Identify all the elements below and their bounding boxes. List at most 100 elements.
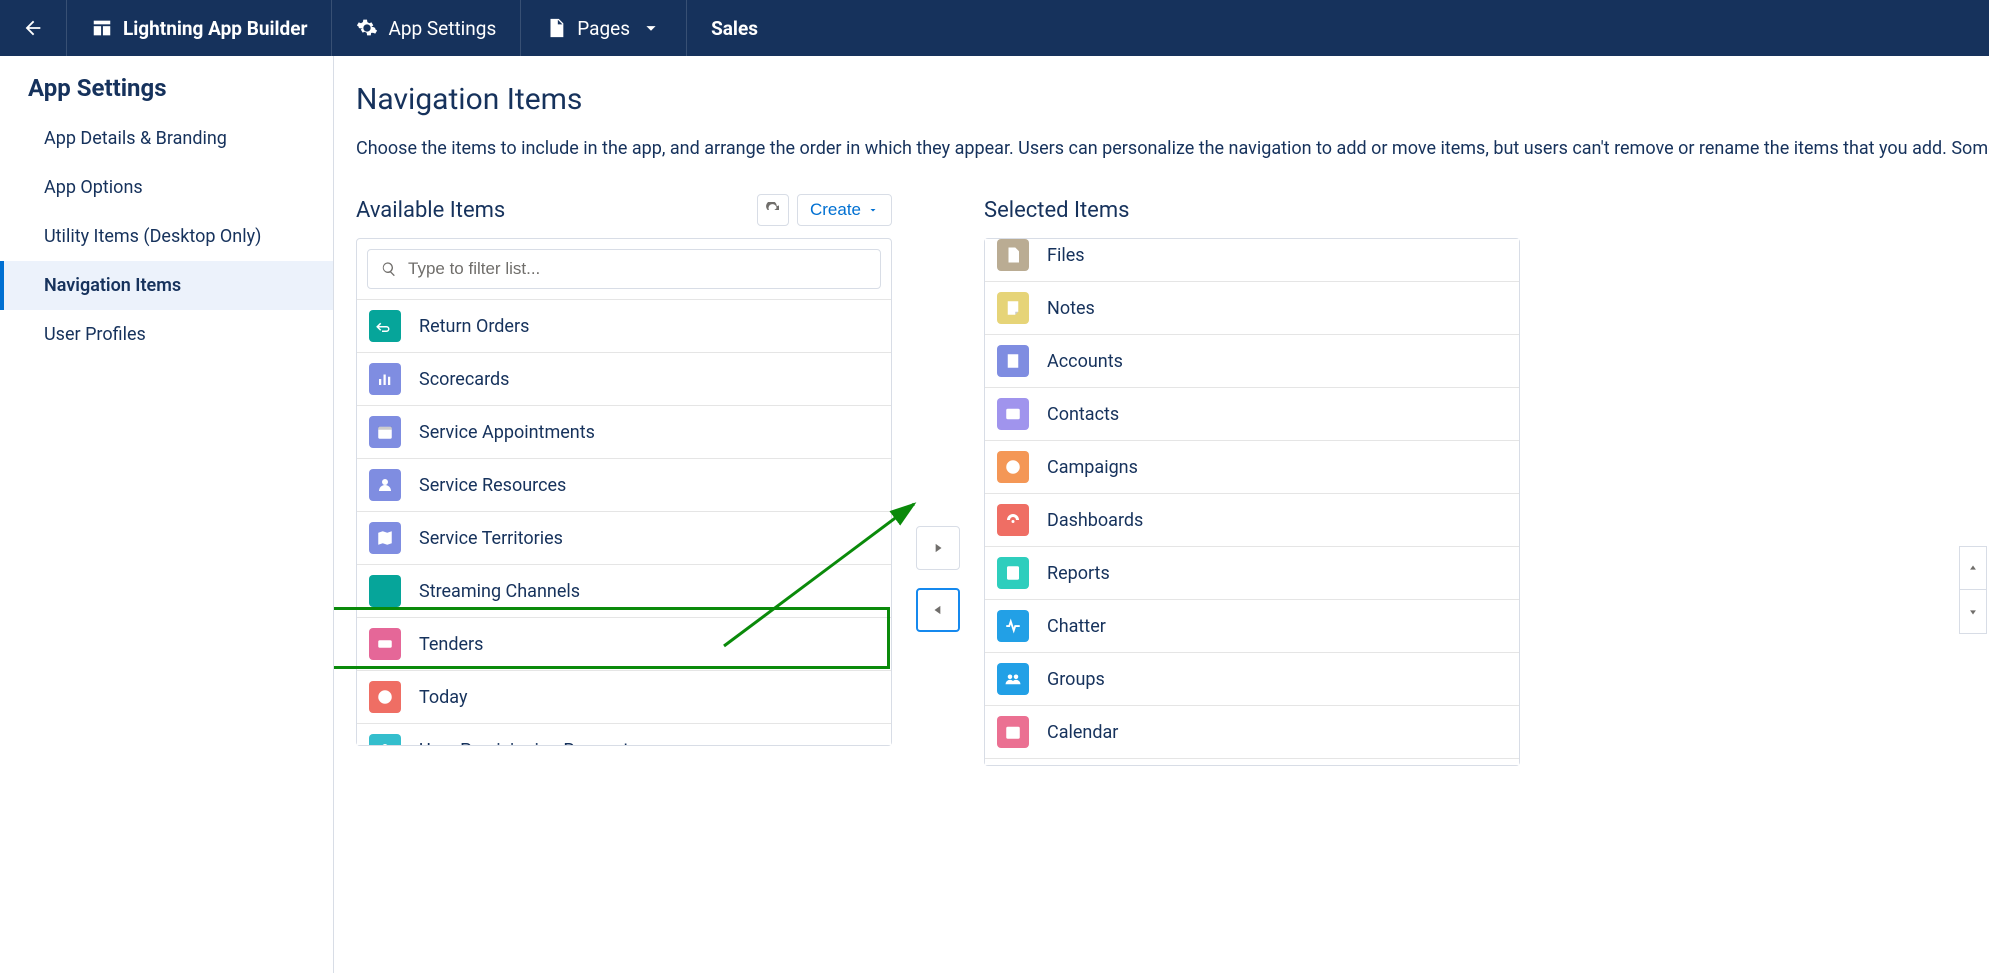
person-icon (369, 469, 401, 501)
selected-item[interactable]: People (985, 758, 1519, 765)
caret-down-icon (867, 204, 879, 216)
item-label: Tenders (419, 634, 483, 655)
create-button[interactable]: Create (797, 194, 892, 226)
main-content: Navigation Items Choose the items to inc… (334, 56, 1989, 973)
campaign-icon (997, 451, 1029, 483)
available-item[interactable]: Today (357, 670, 891, 723)
item-label: Dashboards (1047, 510, 1143, 531)
move-up-button[interactable] (1959, 546, 1987, 590)
available-item[interactable]: Scorecards (357, 352, 891, 405)
map-icon (369, 522, 401, 554)
note-icon (997, 292, 1029, 324)
calendar-icon (369, 416, 401, 448)
sidebar-title: App Settings (0, 74, 333, 114)
nav-context: Sales (687, 0, 782, 56)
move-down-button[interactable] (1959, 590, 1987, 634)
gear-icon (356, 17, 378, 39)
available-title: Available Items (356, 198, 505, 223)
available-item[interactable]: User Provisioning Requests (357, 723, 891, 745)
gauge-icon (997, 504, 1029, 536)
move-right-button[interactable] (916, 526, 960, 570)
item-label: User Provisioning Requests (419, 740, 638, 746)
page-title: Navigation Items (356, 82, 1989, 117)
triangle-left-icon (931, 603, 945, 617)
available-item[interactable]: Streaming Channels (357, 564, 891, 617)
selected-item[interactable]: Notes (985, 281, 1519, 334)
filter-input[interactable] (367, 249, 881, 289)
groups-icon (997, 663, 1029, 695)
selected-item[interactable]: Reports (985, 546, 1519, 599)
chevron-down-icon (640, 17, 662, 39)
nav-pages-dropdown[interactable]: Pages (521, 0, 687, 56)
sidebar: App Settings App Details & BrandingApp O… (0, 56, 334, 973)
search-icon (381, 261, 397, 277)
sidebar-item-navigation-items[interactable]: Navigation Items (0, 261, 333, 310)
item-label: Today (419, 687, 467, 708)
selected-item[interactable]: Groups (985, 652, 1519, 705)
selected-item[interactable]: Files (985, 239, 1519, 281)
item-label: Chatter (1047, 616, 1106, 637)
selected-item[interactable]: Chatter (985, 599, 1519, 652)
available-item[interactable]: Service Resources (357, 458, 891, 511)
page-description: Choose the items to include in the app, … (356, 135, 1989, 162)
item-label: Reports (1047, 563, 1110, 584)
sidebar-item-app-options[interactable]: App Options (0, 163, 333, 212)
item-label: Calendar (1047, 722, 1118, 743)
selected-item[interactable]: Contacts (985, 387, 1519, 440)
item-label: Campaigns (1047, 457, 1138, 478)
sidebar-item-utility-items-desktop-only-[interactable]: Utility Items (Desktop Only) (0, 212, 333, 261)
available-items-column: Available Items Create (356, 192, 892, 766)
selected-item[interactable]: Calendar (985, 705, 1519, 758)
calendar2-icon (997, 716, 1029, 748)
nav-label: Pages (577, 17, 630, 40)
available-item[interactable]: Return Orders (357, 299, 891, 352)
available-item[interactable]: Service Territories (357, 511, 891, 564)
selected-item[interactable]: Campaigns (985, 440, 1519, 493)
contact-icon (997, 398, 1029, 430)
selected-title: Selected Items (984, 198, 1129, 223)
page-icon (545, 17, 567, 39)
selected-item[interactable]: Accounts (985, 334, 1519, 387)
refresh-button[interactable] (757, 194, 789, 226)
triangle-right-icon (931, 541, 945, 555)
pulse-icon (997, 610, 1029, 642)
return-icon (369, 310, 401, 342)
selected-items-column: Selected Items ▲ FilesNotesAccountsConta… (984, 192, 1520, 766)
building-icon (997, 345, 1029, 377)
context-label: Sales (711, 17, 758, 40)
back-arrow-icon (22, 17, 44, 39)
item-label: Streaming Channels (419, 581, 580, 602)
available-item[interactable]: Service Appointments (357, 405, 891, 458)
available-item[interactable]: Tenders (357, 617, 891, 670)
item-label: Files (1047, 245, 1085, 266)
item-label: Contacts (1047, 404, 1119, 425)
clock-icon (369, 681, 401, 713)
selected-list[interactable]: Files Notes Accounts Contacts Campaigns Dashb… (985, 239, 1519, 765)
tender-icon (369, 628, 401, 660)
item-label: Accounts (1047, 351, 1123, 372)
dueling-picklist: Available Items Create (356, 192, 1989, 766)
available-list[interactable]: Return Orders Scorecards Service Appointme… (357, 299, 891, 745)
triangle-up-icon (1968, 563, 1978, 573)
reorder-buttons (1959, 546, 1989, 634)
move-left-button[interactable] (916, 588, 960, 632)
sidebar-item-app-details-branding[interactable]: App Details & Branding (0, 114, 333, 163)
refresh-icon (765, 202, 781, 218)
app-identity: Lightning App Builder (67, 0, 332, 56)
item-label: Return Orders (419, 316, 529, 337)
top-navigation-bar: Lightning App Builder App Settings Pages… (0, 0, 1989, 56)
item-label: Service Appointments (419, 422, 595, 443)
selected-item[interactable]: Dashboards (985, 493, 1519, 546)
nav-app-settings[interactable]: App Settings (332, 0, 521, 56)
sidebar-item-user-profiles[interactable]: User Profiles (0, 310, 333, 359)
item-label: Notes (1047, 298, 1095, 319)
selected-listbox: ▲ FilesNotesAccountsContactsCampaignsDas… (984, 238, 1520, 766)
nav-label: App Settings (388, 17, 496, 40)
item-label: Scorecards (419, 369, 509, 390)
back-button[interactable] (0, 0, 67, 56)
available-listbox: ▲ Return OrdersScorecardsService Appoint… (356, 238, 892, 746)
user-icon (369, 734, 401, 745)
item-label: Service Resources (419, 475, 566, 496)
app-name: Lightning App Builder (123, 17, 307, 40)
item-label: Service Territories (419, 528, 563, 549)
